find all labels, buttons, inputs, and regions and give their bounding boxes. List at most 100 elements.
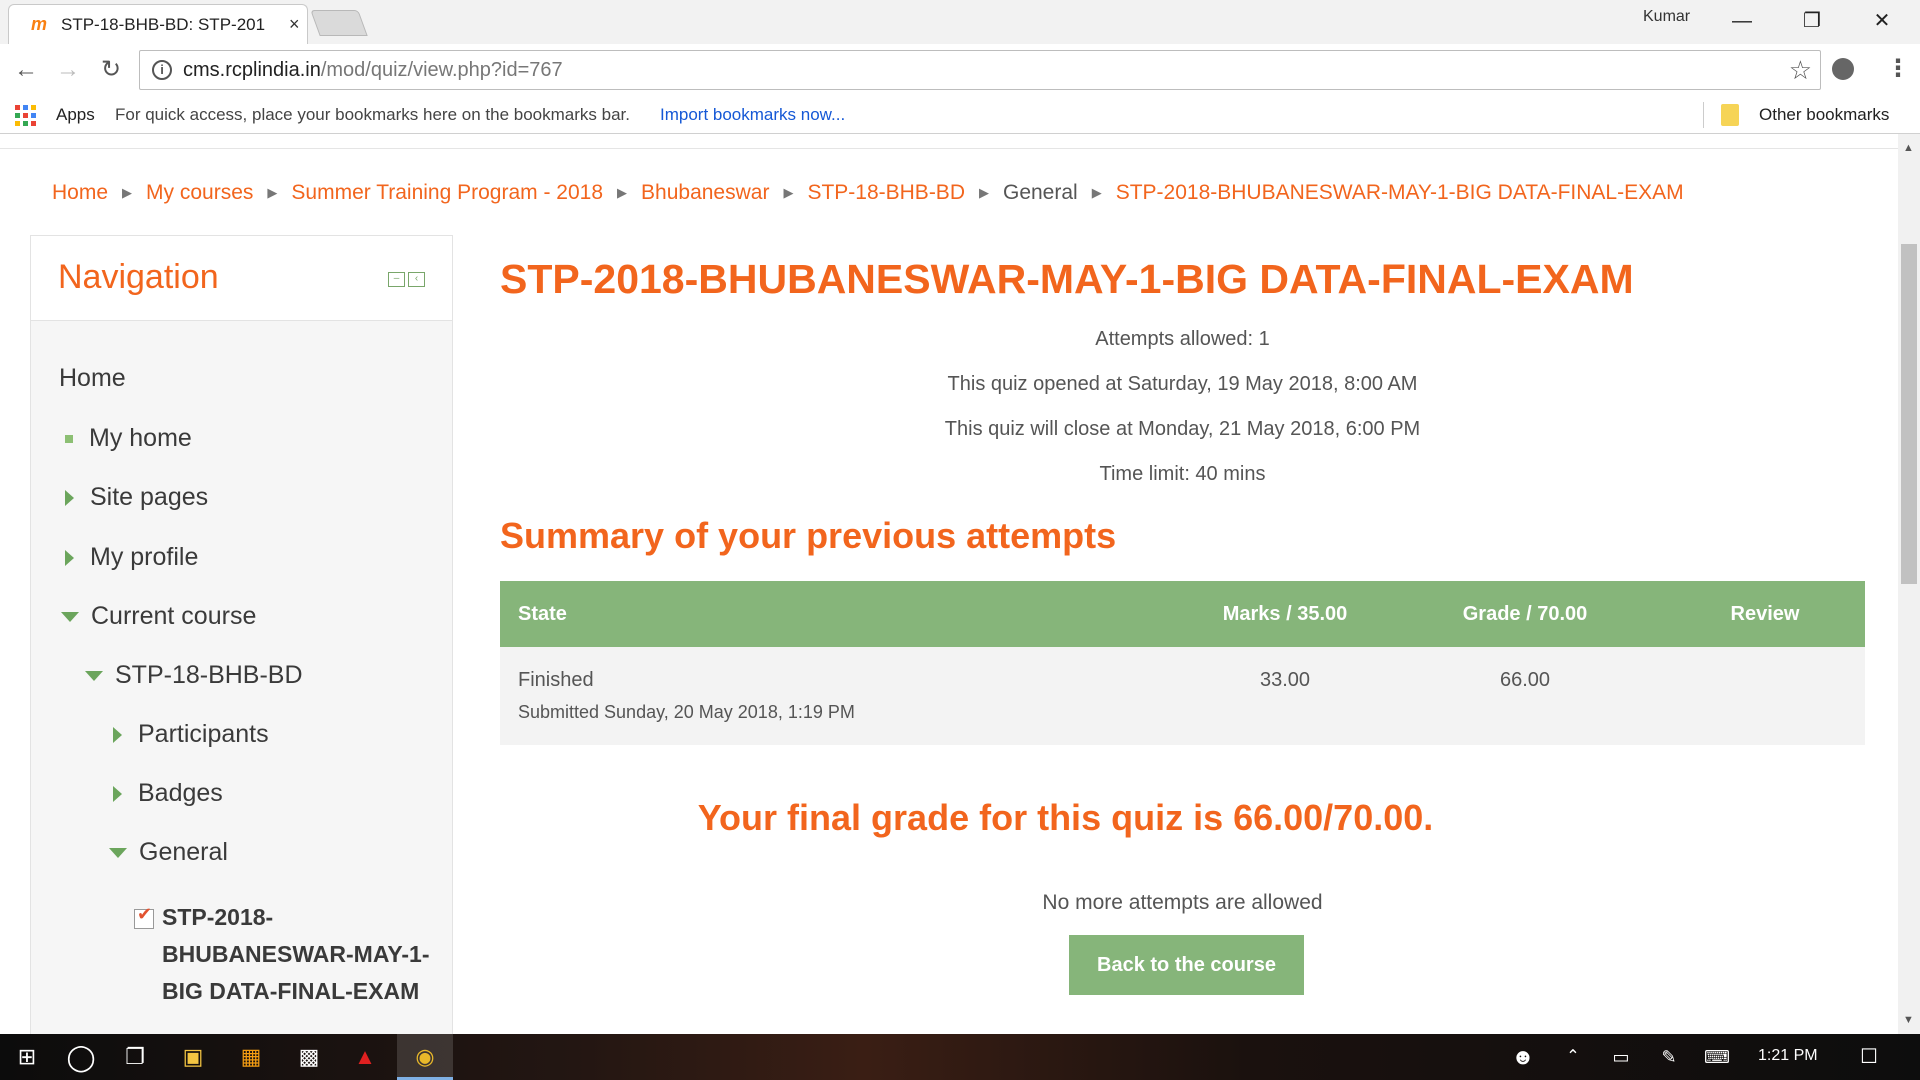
sublime-text-icon[interactable]: ▦: [236, 1042, 266, 1072]
nav-quiz-link[interactable]: STP-2018-BHUBANESWAR-MAY-1-BIG DATA-FINA…: [162, 899, 452, 1010]
tab-close-icon[interactable]: ×: [289, 14, 300, 35]
breadcrumb-separator-icon: ▶: [1091, 185, 1102, 200]
scroll-thumb[interactable]: [1901, 244, 1917, 584]
nav-course[interactable]: STP-18-BHB-BD: [85, 661, 303, 690]
expand-arrow-icon: [65, 549, 74, 566]
apps-link[interactable]: Apps: [56, 105, 95, 125]
notifications-icon[interactable]: ☐: [1854, 1042, 1884, 1072]
breadcrumb-city[interactable]: Bhubaneswar: [641, 181, 769, 205]
reload-icon[interactable]: ↻: [94, 54, 128, 86]
nav-site-pages-label: Site pages: [90, 483, 209, 511]
attempt-state: Finished: [518, 669, 594, 691]
attempts-allowed: Attempts allowed: 1: [1095, 328, 1270, 350]
bookmarks-divider: [1703, 102, 1704, 128]
acrobat-icon[interactable]: ▲: [350, 1042, 380, 1072]
close-window-icon[interactable]: ✕: [1852, 6, 1912, 36]
nav-participants[interactable]: Participants: [113, 720, 269, 749]
profile-name[interactable]: Kumar: [1643, 8, 1690, 26]
tab-strip: m STP-18-BHB-BD: STP-201 × Kumar — ❐ ✕: [0, 0, 1920, 44]
nav-general[interactable]: General: [109, 838, 228, 867]
table-row: Finished Submitted Sunday, 20 May 2018, …: [500, 647, 1865, 745]
nav-badges[interactable]: Badges: [113, 779, 223, 808]
url-path: /mod/quiz/view.php?id=767: [320, 58, 563, 81]
address-bar[interactable]: i cms.rcplindia.in/mod/quiz/view.php?id=…: [139, 50, 1821, 90]
breadcrumb-my-courses[interactable]: My courses: [146, 181, 253, 205]
expand-arrow-icon: [65, 489, 74, 506]
media-app-icon[interactable]: ▩: [294, 1042, 324, 1072]
bookmarks-bar: Apps For quick access, place your bookma…: [0, 96, 1920, 134]
nav-site-pages[interactable]: Site pages: [65, 483, 208, 512]
nav-course-label: STP-18-BHB-BD: [115, 661, 303, 689]
expand-arrow-icon: [113, 726, 122, 743]
windows-taskbar: ⊞ ◯ ❐ ▣ ▦ ▩ ▲ ◉ ☻ ⌃ ▭ ✎ ⌨ 1:21 PM ☐: [0, 1034, 1920, 1080]
attempt-review[interactable]: [1665, 647, 1865, 745]
extension-icon[interactable]: [1832, 58, 1854, 80]
table-header-row: State Marks / 35.00 Grade / 70.00 Review: [500, 581, 1865, 647]
info-icon[interactable]: i: [152, 60, 172, 80]
browser-menu-icon[interactable]: ⋮: [1886, 54, 1910, 83]
collapse-arrow-icon: [85, 670, 103, 681]
expand-arrow-icon: [113, 785, 122, 802]
page-title: STP-2018-BHUBANESWAR-MAY-1-BIG DATA-FINA…: [500, 256, 1634, 302]
column-header-review: Review: [1665, 581, 1865, 647]
tab-title: STP-18-BHB-BD: STP-201: [61, 14, 266, 34]
breadcrumb-separator-icon: ▶: [617, 185, 628, 200]
attempt-submitted: Submitted Sunday, 20 May 2018, 1:19 PM: [518, 702, 855, 722]
nav-general-label: General: [139, 838, 228, 866]
attempt-grade: 66.00: [1385, 647, 1665, 745]
nav-my-home[interactable]: My home: [65, 424, 192, 453]
windows-start-icon[interactable]: ⊞: [12, 1042, 42, 1072]
apps-grid-icon[interactable]: [15, 105, 36, 126]
breadcrumb: Home ▶ My courses ▶ Summer Training Prog…: [52, 181, 1684, 205]
chevron-up-icon[interactable]: ⌃: [1558, 1042, 1588, 1072]
browser-tab[interactable]: m STP-18-BHB-BD: STP-201 ×: [8, 4, 308, 44]
dock-block-icon[interactable]: ‹: [408, 272, 425, 287]
bullet-icon: [65, 434, 73, 443]
pen-icon[interactable]: ✎: [1654, 1042, 1684, 1072]
browser-toolbar: ← → ↻ i cms.rcplindia.in/mod/quiz/view.p…: [0, 44, 1920, 96]
new-tab-button[interactable]: [310, 10, 368, 36]
task-view-icon[interactable]: ❐: [120, 1042, 150, 1072]
scroll-down-icon[interactable]: ▼: [1903, 1014, 1914, 1026]
chrome-icon: ◉: [415, 1044, 435, 1069]
final-grade: Your final grade for this quiz is 66.00/…: [697, 797, 1434, 838]
column-header-marks: Marks / 35.00: [1185, 581, 1385, 647]
page-scrollbar[interactable]: ▲ ▼: [1898, 134, 1920, 1034]
back-icon[interactable]: ←: [9, 54, 43, 86]
quiz-icon: [134, 904, 154, 929]
nav-my-profile-label: My profile: [90, 543, 199, 571]
clock[interactable]: 1:21 PM: [1758, 1047, 1818, 1065]
people-icon[interactable]: ☻: [1508, 1042, 1538, 1072]
collapse-arrow-icon: [109, 847, 127, 858]
nav-my-profile[interactable]: My profile: [65, 543, 198, 572]
attempt-state-cell: Finished Submitted Sunday, 20 May 2018, …: [500, 647, 1185, 745]
breadcrumb-course[interactable]: STP-18-BHB-BD: [807, 181, 965, 205]
nav-current-course[interactable]: Current course: [61, 602, 256, 631]
other-bookmarks[interactable]: Other bookmarks: [1759, 105, 1889, 125]
back-to-course-button[interactable]: Back to the course: [1069, 935, 1304, 995]
keyboard-icon[interactable]: ⌨: [1702, 1042, 1732, 1072]
scroll-up-icon[interactable]: ▲: [1903, 142, 1914, 154]
file-explorer-icon[interactable]: ▣: [178, 1042, 208, 1072]
collapse-block-icon[interactable]: –: [388, 272, 405, 287]
nav-home[interactable]: Home: [59, 364, 126, 393]
breadcrumb-program[interactable]: Summer Training Program - 2018: [291, 181, 603, 205]
battery-icon[interactable]: ▭: [1606, 1042, 1636, 1072]
cortana-icon[interactable]: ◯: [66, 1042, 96, 1072]
page-content: Home ▶ My courses ▶ Summer Training Prog…: [0, 134, 1898, 1034]
breadcrumb-home[interactable]: Home: [52, 181, 108, 205]
breadcrumb-separator-icon: ▶: [978, 185, 989, 200]
summary-heading: Summary of your previous attempts: [500, 515, 1117, 556]
breadcrumb-separator-icon: ▶: [122, 185, 133, 200]
minimize-icon[interactable]: —: [1712, 6, 1772, 36]
attempts-table: State Marks / 35.00 Grade / 70.00 Review…: [500, 581, 1865, 745]
restore-icon[interactable]: ❐: [1782, 6, 1842, 36]
forward-icon[interactable]: →: [51, 54, 85, 86]
nav-badges-label: Badges: [138, 779, 223, 807]
chrome-taskbar-button[interactable]: ◉: [397, 1034, 453, 1080]
quiz-closes: This quiz will close at Monday, 21 May 2…: [944, 418, 1421, 440]
import-bookmarks-link[interactable]: Import bookmarks now...: [660, 105, 845, 125]
breadcrumb-quiz[interactable]: STP-2018-BHUBANESWAR-MAY-1-BIG DATA-FINA…: [1116, 181, 1684, 205]
bookmark-star-icon[interactable]: ☆: [1789, 55, 1812, 86]
column-header-grade: Grade / 70.00: [1385, 581, 1665, 647]
